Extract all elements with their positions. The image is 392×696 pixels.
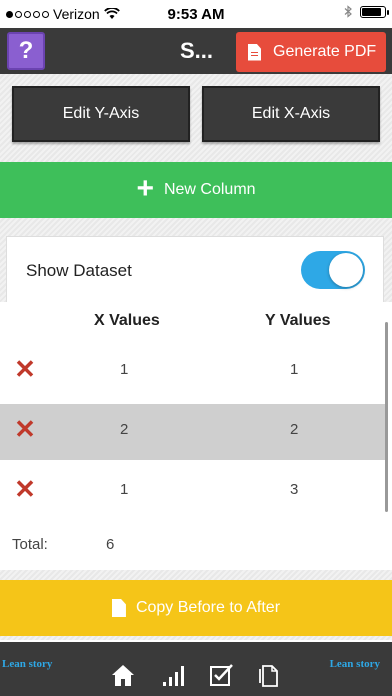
edit-y-axis-button[interactable]: Edit Y-Axis: [12, 86, 190, 142]
new-column-button[interactable]: + New Column: [0, 162, 392, 218]
y-values-header: Y Values: [265, 312, 331, 329]
bluetooth-icon: [344, 5, 352, 18]
table-row: ✕ 1 3: [0, 464, 388, 520]
x-values-header: X Values: [94, 312, 160, 329]
checklist-icon[interactable]: [208, 662, 234, 688]
clock: 9:53 AM: [167, 6, 225, 23]
x-value-cell[interactable]: 1: [120, 361, 128, 378]
edit-x-axis-button[interactable]: Edit X-Axis: [202, 86, 380, 142]
show-dataset-toggle[interactable]: [301, 251, 365, 289]
copy-before-to-after-button[interactable]: Copy Before to After: [0, 580, 392, 636]
brand-logo-right: Lean story: [329, 658, 380, 670]
total-label: Total:: [12, 536, 48, 553]
generate-pdf-label: Generate PDF: [273, 43, 377, 60]
scrollbar[interactable]: [385, 322, 388, 512]
new-column-label: New Column: [163, 181, 256, 198]
home-icon[interactable]: [110, 662, 136, 688]
axis-controls: Edit Y-Axis Edit X-Axis: [0, 74, 392, 162]
delete-row-icon[interactable]: ✕: [14, 356, 36, 382]
show-dataset-label: Show Dataset: [26, 261, 132, 280]
table-row: ✕ 1 1: [0, 344, 388, 400]
toggle-knob: [329, 253, 363, 287]
table-row: ✕ 2 2: [0, 404, 388, 460]
help-button[interactable]: ?: [7, 32, 45, 70]
y-value-cell[interactable]: 1: [290, 361, 298, 378]
data-table: X Values Y Values ✕ 1 1 ✕ 2 2 ✕ 1 3 Tota…: [0, 302, 392, 570]
delete-row-icon[interactable]: ✕: [14, 476, 36, 502]
pages-icon[interactable]: [256, 662, 282, 688]
document-icon: [248, 43, 261, 61]
bottom-tab-bar: Lean story Lean story: [0, 642, 392, 696]
app-header: ? S... Generate PDF: [0, 28, 392, 74]
brand-logo-left: Lean story: [2, 658, 53, 670]
generate-pdf-button[interactable]: Generate PDF: [236, 32, 386, 72]
chart-icon[interactable]: [160, 662, 186, 688]
delete-row-icon[interactable]: ✕: [14, 416, 36, 442]
status-bar: Verizon 9:53 AM: [0, 0, 392, 28]
y-value-cell[interactable]: 3: [290, 481, 298, 498]
copy-button-label: Copy Before to After: [135, 599, 281, 616]
show-dataset-row: Show Dataset: [6, 236, 384, 302]
document-icon: [111, 599, 126, 617]
status-right: [344, 5, 389, 18]
x-value-cell[interactable]: 1: [120, 481, 128, 498]
page-title: S...: [180, 38, 214, 63]
battery-icon: [360, 5, 389, 18]
y-value-cell[interactable]: 2: [290, 421, 298, 438]
total-value: 6: [106, 536, 115, 553]
x-value-cell[interactable]: 2: [120, 421, 128, 438]
plus-icon: +: [136, 171, 154, 205]
